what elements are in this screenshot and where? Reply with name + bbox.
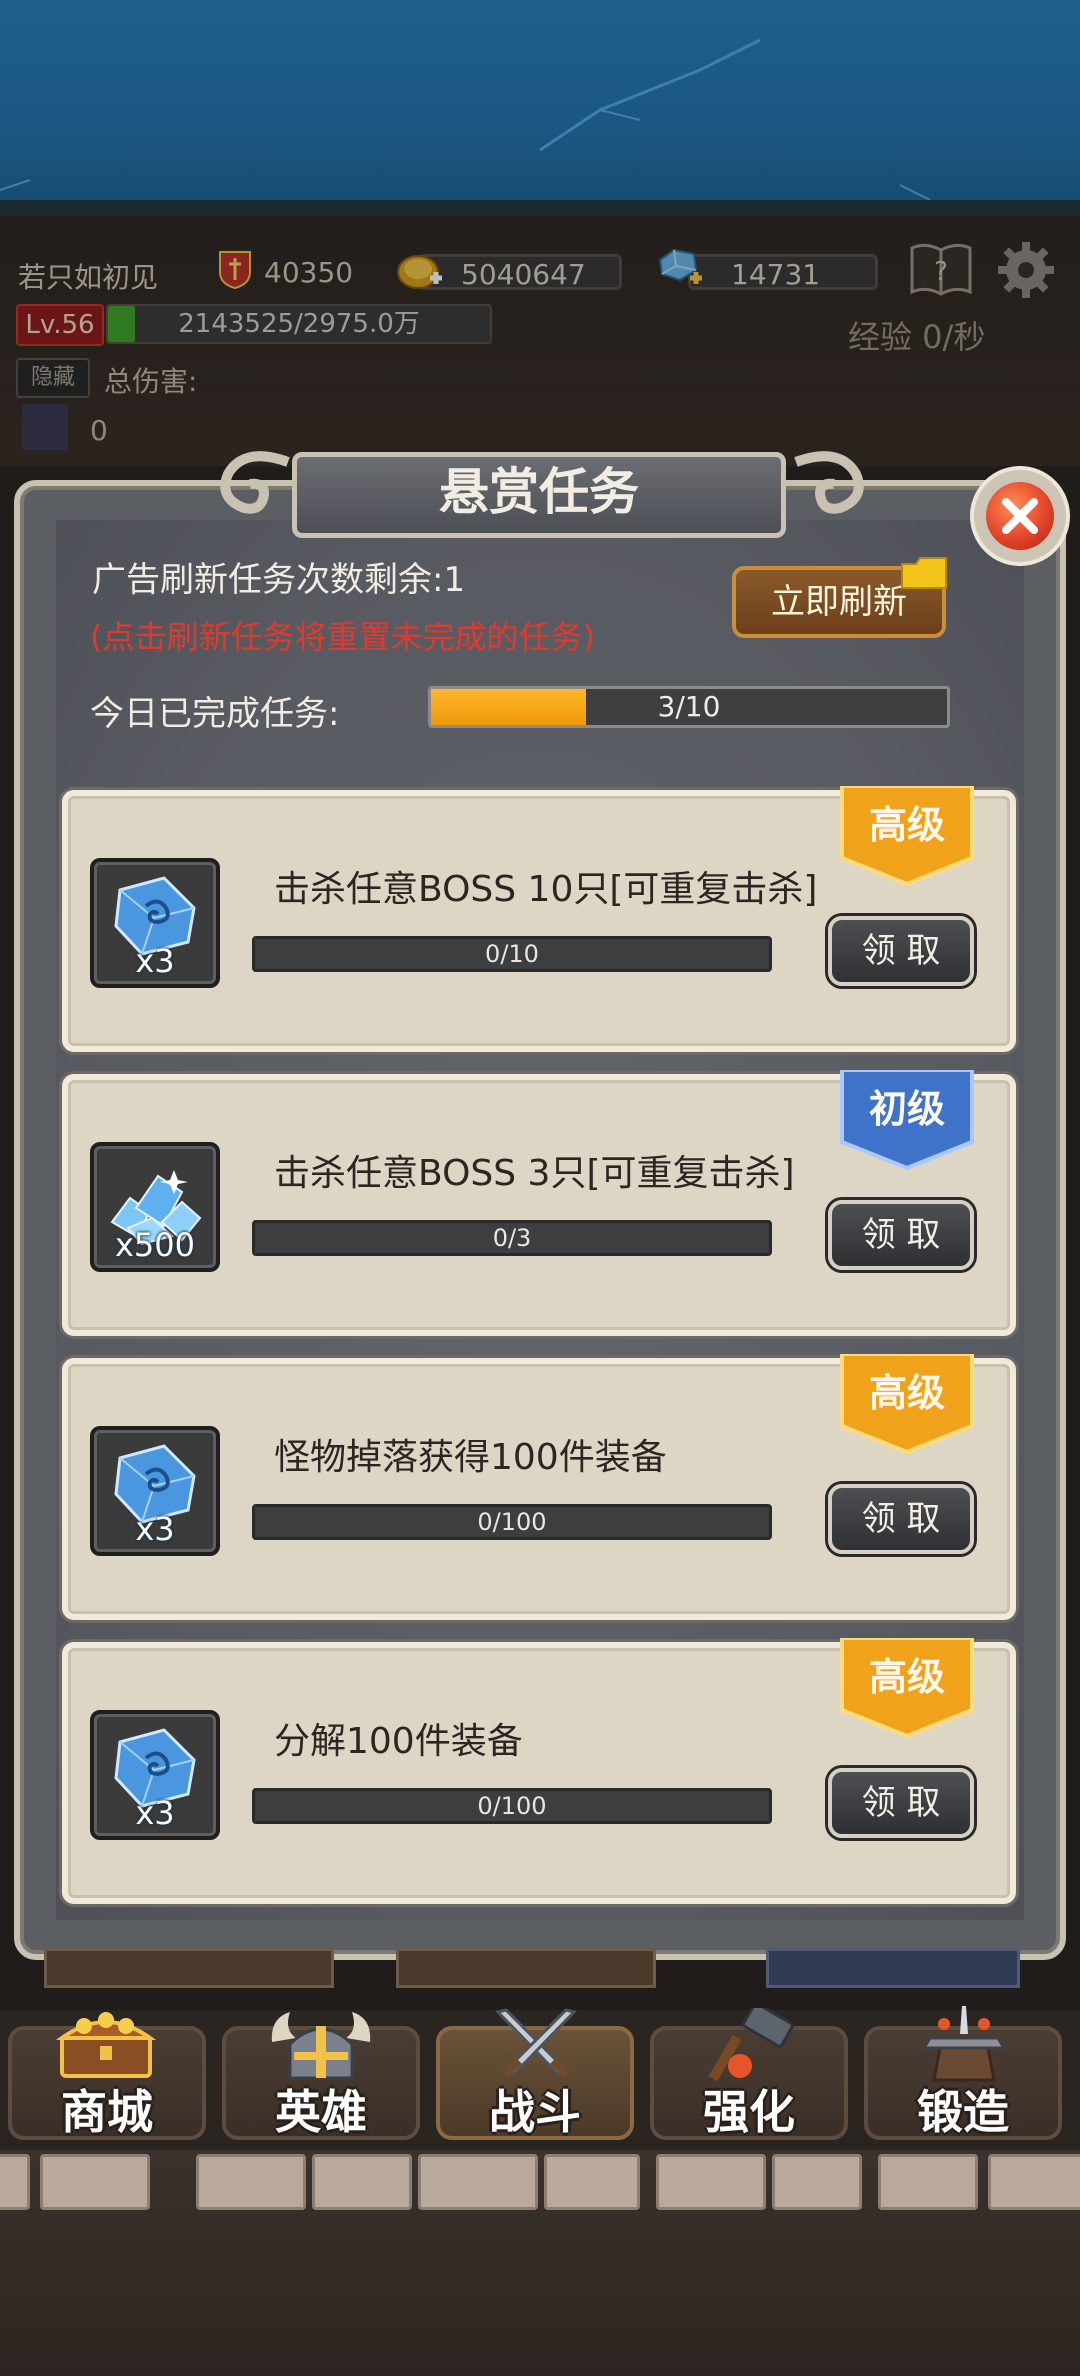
task-progress-bar: 0/100 [252,1504,772,1540]
nav-hero-label: 英雄 [275,2085,367,2139]
floor-brick [544,2154,640,2210]
reward-slot[interactable]: x3 [90,1710,220,1840]
floor-brick [772,2154,862,2210]
tier-label: 高级 [868,803,945,847]
close-icon [1002,498,1038,534]
reward-slot[interactable]: x500 [90,1142,220,1272]
hammer-icon [708,2008,794,2082]
claim-button[interactable]: 领 取 [828,1484,974,1554]
crossed-swords-icon [495,2008,577,2078]
nav-battle-label: 战斗 [489,2085,581,2139]
nav-forge-label: 锻造 [917,2085,1009,2139]
task-title: 怪物掉落获得100件装备 [274,1437,667,1478]
hidden-tab [766,1948,1020,1988]
tier-label: 初级 [868,1087,945,1131]
task-title: 分解100件装备 [274,1721,523,1762]
reward-quantity: x3 [135,1510,175,1548]
task-progress-text: 0/100 [477,1508,547,1536]
reward-quantity: x3 [135,1794,175,1832]
sky-crack-decoration [0,38,931,201]
tier-label: 高级 [868,1371,945,1415]
floor-brick [196,2154,306,2210]
title-ornament-left [220,451,290,514]
sky-edge [0,200,1080,216]
task-card: x500 击杀任意BOSS 3只[可重复击杀] 0/3 领 取 初级 [62,1070,1016,1336]
ad-video-icon [901,557,947,589]
floor-brick [988,2154,1080,2210]
nav-shop-label: 商城 [61,2085,153,2139]
reward-slot[interactable]: x3 [90,858,220,988]
floor-brick [878,2154,978,2210]
background-sky [0,0,1080,215]
reward-quantity: x500 [114,1226,195,1264]
floor-brick [418,2154,538,2210]
title-ornament-right [794,451,864,514]
reward-quantity: x3 [135,942,175,980]
hidden-tab-strip [40,1948,1040,1988]
close-button-face [986,482,1054,550]
task-progress-text: 0/100 [477,1792,547,1820]
reward-slot[interactable]: x3 [90,1426,220,1556]
task-progress-bar: 0/10 [252,936,772,972]
task-progress-text: 0/3 [492,1224,532,1252]
claim-button[interactable]: 领 取 [828,916,974,986]
refresh-remaining-text: 广告刷新任务次数剩余:1 [92,560,466,600]
floor-brick [656,2154,766,2210]
hidden-tab [396,1948,656,1988]
nav-enhance-label: 强化 [703,2085,795,2139]
task-progress-text: 0/10 [485,940,539,968]
task-title: 击杀任意BOSS 10只[可重复击杀] [274,869,818,910]
tier-label: 高级 [868,1655,945,1699]
task-card: x3 怪物掉落获得100件装备 0/100 领 取 高级 [62,1354,1016,1620]
task-card: x3 分解100件装备 0/100 领 取 高级 [62,1638,1016,1904]
modal-title: 悬赏任务 [439,463,639,521]
task-title: 击杀任意BOSS 3只[可重复击杀] [274,1153,795,1194]
completed-tasks-label: 今日已完成任务: [90,694,340,734]
close-button[interactable] [970,466,1070,566]
treasure-chest-icon [55,2012,157,2078]
viking-helmet-icon [271,2012,371,2080]
claim-button[interactable]: 领 取 [828,1768,974,1838]
floor-brick [312,2154,412,2210]
completed-tasks-bar: 3/10 [428,686,950,728]
task-card: x3 击杀任意BOSS 10只[可重复击杀] 0/10 领 取 高级 [62,786,1016,1052]
forge-icon [921,2006,1007,2082]
refresh-warning-text: (点击刷新任务将重置未完成的任务) [90,618,595,656]
task-progress-bar: 0/100 [252,1788,772,1824]
completed-tasks-progress: 3/10 [657,690,721,723]
task-progress-bar: 0/3 [252,1220,772,1256]
hidden-tab [44,1948,334,1988]
claim-button[interactable]: 领 取 [828,1200,974,1270]
floor-brick [40,2154,150,2210]
floor-brick [0,2154,30,2210]
